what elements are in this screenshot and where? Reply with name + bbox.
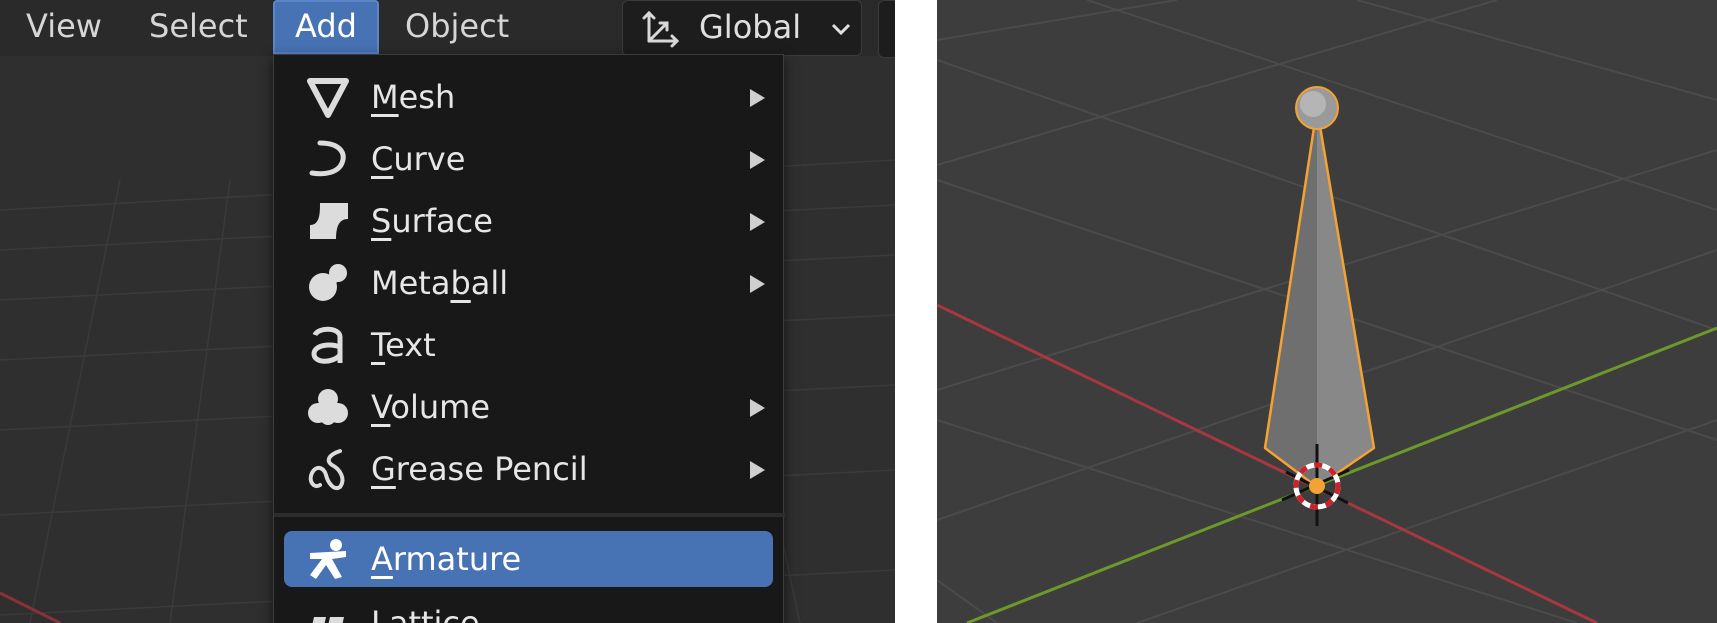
submenu-arrow-icon [750,275,765,293]
right-viewport-panel [937,0,1717,623]
submenu-arrow-icon [750,151,765,169]
transform-orientation-label: Global [699,8,802,46]
add-menu-item-volume[interactable]: Volume [284,379,773,435]
menu-object[interactable]: Object [385,0,529,54]
surface-icon [310,203,348,239]
add-menu-item-mesh[interactable]: Mesh [284,69,773,125]
add-menu-dropdown: Mesh Curve Surface Metaball Text Volume … [273,54,785,623]
add-menu-item-armature[interactable]: Armature [284,531,773,587]
menu-separator [274,513,785,517]
mesh-label-rest: esh [398,78,456,116]
add-menu-item-lattice[interactable]: Lattice [284,595,773,623]
add-menu-item-surface[interactable]: Surface [284,193,773,249]
submenu-arrow-icon [750,213,765,231]
header-next-button[interactable] [878,0,895,58]
volume-icon [308,389,348,425]
armature-icon [310,539,346,579]
submenu-arrow-icon [750,399,765,417]
menu-select[interactable]: Select [129,0,268,54]
add-menu-item-curve[interactable]: Curve [284,131,773,187]
submenu-arrow-icon [750,89,765,107]
lattice-icon [312,617,344,623]
left-viewport-panel: View Select Add Object Global Mesh Curve… [0,0,895,623]
chevron-down-icon [831,23,851,36]
transform-orientation-icon [642,10,680,48]
transform-orientation-dropdown[interactable]: Global [622,0,862,56]
menu-view[interactable]: View [6,0,122,54]
menu-add[interactable]: Add [273,0,379,54]
mesh-label-first: M [371,78,399,116]
submenu-arrow-icon [750,461,765,479]
metaball-icon [309,264,347,301]
curve-icon [309,140,346,177]
3d-viewport [937,0,1717,623]
text-icon [311,326,343,364]
mesh-icon [307,78,349,118]
add-menu-item-grease-pencil[interactable]: Grease Pencil [284,441,773,497]
add-menu-item-metaball[interactable]: Metaball [284,255,773,311]
add-menu-item-text[interactable]: Text [284,317,773,373]
grease-pencil-icon [308,449,345,490]
